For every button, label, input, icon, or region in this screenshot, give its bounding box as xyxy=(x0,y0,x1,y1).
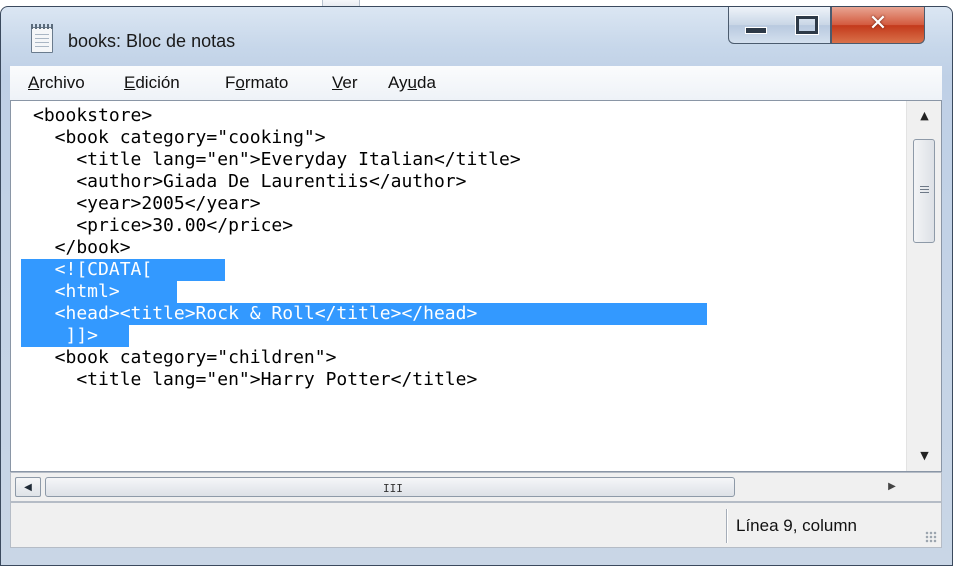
notepad-icon[interactable] xyxy=(31,24,53,53)
status-bar: Línea 9, column xyxy=(10,502,942,548)
menu-archivo[interactable]: Archivo xyxy=(28,73,85,93)
minimize-icon xyxy=(745,27,767,34)
scroll-down-icon[interactable]: ▼ xyxy=(907,441,941,471)
text-line: <title lang="en">Everyday Italian</title… xyxy=(33,149,521,170)
menu-bar: Archivo Edición Formato Ver Ayuda xyxy=(10,66,942,101)
scroll-left-icon[interactable]: ◀ xyxy=(15,477,41,497)
title-bar[interactable]: books: Bloc de notas ✕ xyxy=(1,7,952,73)
text-line: <year>2005</year> xyxy=(33,193,261,214)
text-editor[interactable]: <bookstore> <book category="cooking"> <t… xyxy=(10,100,942,472)
text-line: <author>Giada De Laurentiis</author> xyxy=(33,171,467,192)
menu-edicion[interactable]: Edición xyxy=(124,73,180,93)
horizontal-scrollbar[interactable]: ◀ III ▶ xyxy=(10,472,942,502)
status-separator xyxy=(726,509,728,543)
scroll-up-icon[interactable]: ▲ xyxy=(907,101,941,131)
resize-grip-icon[interactable] xyxy=(925,531,937,543)
maximize-button[interactable] xyxy=(779,7,831,44)
menu-ayuda[interactable]: Ayuda xyxy=(388,73,436,93)
selected-line: <head><title>Rock & Roll</title></head> xyxy=(21,303,903,325)
menu-formato[interactable]: Formato xyxy=(225,73,288,93)
text-line: <price>30.00</price> xyxy=(33,215,294,236)
selected-line: <![CDATA[ xyxy=(21,259,903,281)
text-line: <bookstore> xyxy=(33,105,153,126)
document-text[interactable]: <bookstore> <book category="cooking"> <t… xyxy=(21,105,903,391)
text-line: </book> xyxy=(33,237,131,258)
selected-line: ]]> xyxy=(21,325,903,347)
menu-ver[interactable]: Ver xyxy=(332,73,358,93)
grip-icon xyxy=(920,186,929,194)
close-icon: ✕ xyxy=(868,11,888,36)
minimize-button[interactable] xyxy=(728,7,780,44)
selected-line: <html> xyxy=(21,281,903,303)
vertical-scroll-thumb[interactable] xyxy=(913,139,935,243)
cursor-position: Línea 9, column xyxy=(736,516,857,535)
horizontal-scroll-thumb[interactable]: III xyxy=(45,477,735,497)
vertical-scrollbar[interactable]: ▲ ▼ xyxy=(906,101,941,471)
grip-icon: III xyxy=(383,482,403,495)
close-button[interactable]: ✕ xyxy=(831,7,925,44)
scroll-right-icon[interactable]: ▶ xyxy=(879,477,905,497)
text-line: <title lang="en">Harry Potter</title> xyxy=(33,369,478,390)
window-title: books: Bloc de notas xyxy=(68,31,236,51)
text-line: <book category="cooking"> xyxy=(33,127,326,148)
text-line: <book category="children"> xyxy=(33,347,337,368)
maximize-icon xyxy=(795,15,819,35)
